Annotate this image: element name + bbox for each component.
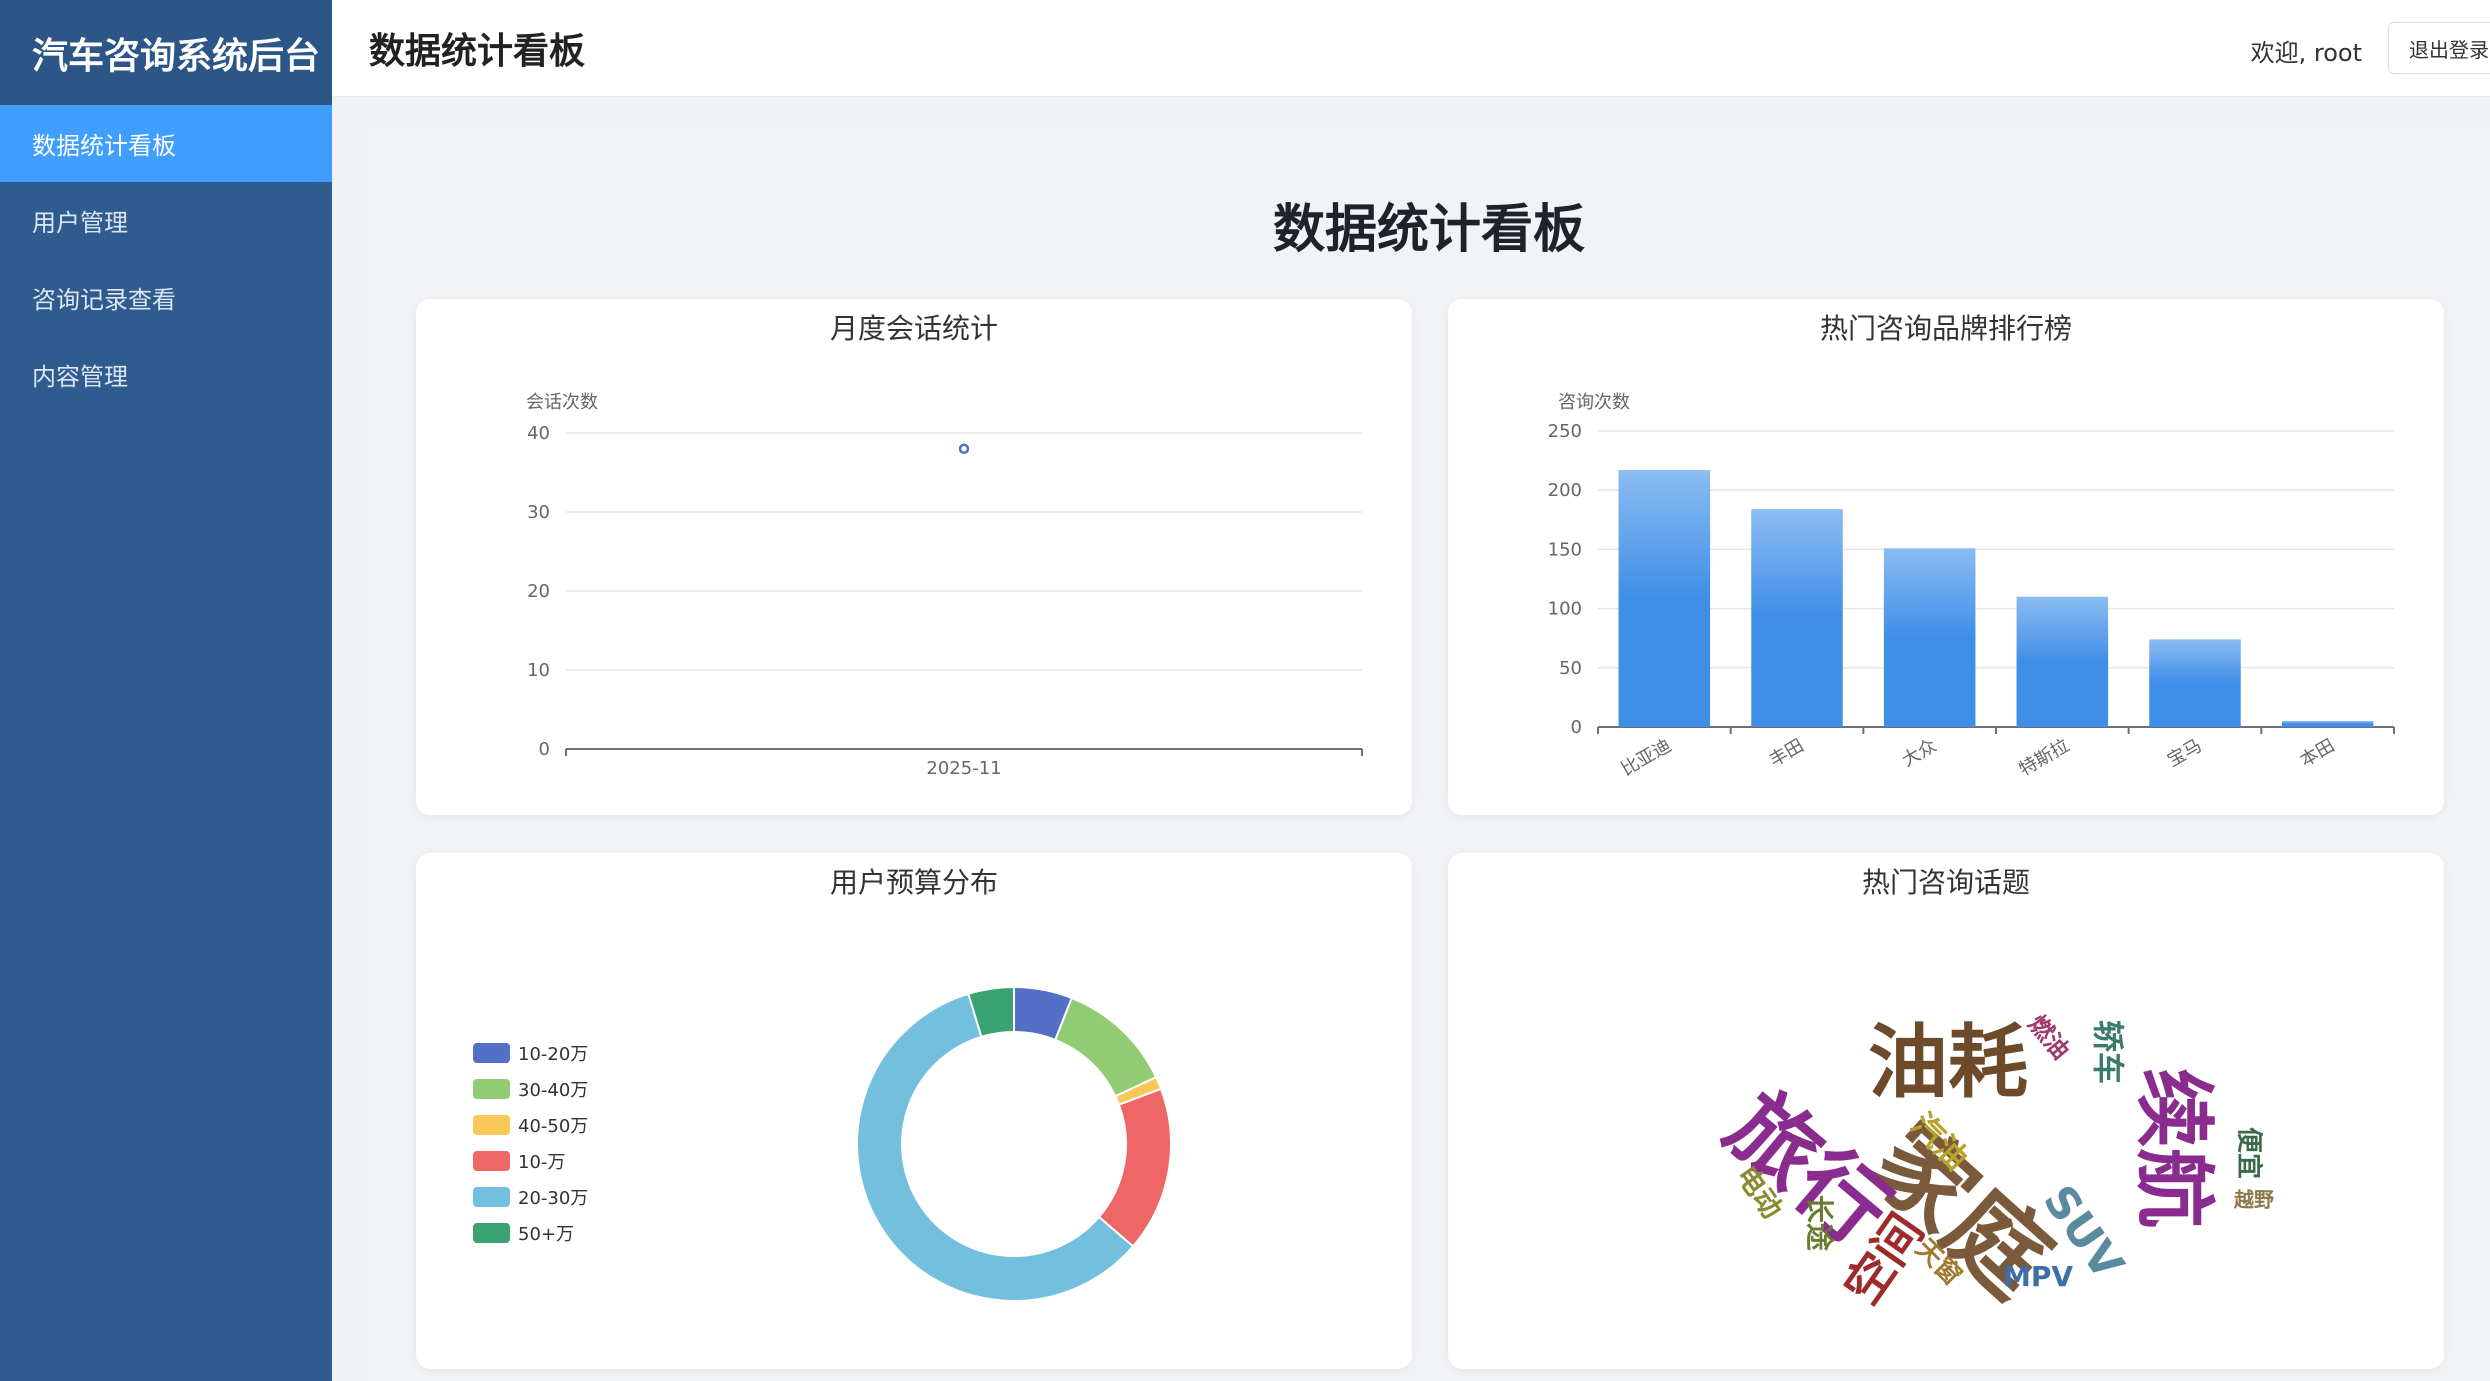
monthly-session-card: 会话次数 0 10 20 30 40 2025-11 月度会话统计 bbox=[416, 299, 1412, 815]
chart-title: 热门咨询话题 bbox=[1861, 866, 2030, 899]
y-tick-label: 10 bbox=[527, 660, 550, 681]
chart-title: 月度会话统计 bbox=[829, 312, 998, 345]
x-tick-label: 特斯拉 bbox=[2016, 735, 2073, 780]
monthly-session-chart: 会话次数 0 10 20 30 40 2025-11 bbox=[526, 392, 1363, 779]
word-cloud-term: 越野 bbox=[2233, 1188, 2274, 1212]
hot-topics-wordcloud: 家庭旅行油耗续航空间 SUVMPV汽油轿车燃油电动 长途天窗便宜越野 bbox=[1708, 1010, 2274, 1319]
top-header: 数据统计看板 欢迎, root 退出登录 bbox=[332, 0, 2490, 97]
sidebar-item-dashboard[interactable]: 数据统计看板 bbox=[0, 105, 332, 182]
welcome-text: 欢迎, root bbox=[2250, 39, 2362, 67]
app-brand: 汽车咨询系统后台 bbox=[0, 0, 332, 105]
sidebar-item-users[interactable]: 用户管理 bbox=[0, 182, 332, 259]
x-tick-label: 2025-11 bbox=[926, 758, 1001, 779]
bar bbox=[1618, 470, 1711, 727]
budget-distribution-card: 10-20万 30-40万 40-50万 10-万 20-30万 50+万 用户预算分布 bbox=[416, 853, 1412, 1369]
data-point bbox=[958, 443, 970, 455]
legend-label: 20-30万 bbox=[518, 1188, 588, 1209]
bar bbox=[2281, 721, 2374, 727]
word-cloud-term: 轿车 bbox=[2089, 1020, 2127, 1084]
sidebar-item-consult-records[interactable]: 咨询记录查看 bbox=[0, 259, 332, 336]
chart-title: 用户预算分布 bbox=[829, 866, 998, 899]
word-cloud-term: 燃油 bbox=[2023, 1010, 2075, 1065]
legend-label: 10-20万 bbox=[518, 1044, 588, 1065]
y-axis-label: 咨询次数 bbox=[1558, 392, 1630, 413]
logout-button[interactable]: 退出登录 bbox=[2388, 22, 2490, 74]
word-cloud-term: 油耗 bbox=[1868, 1016, 2028, 1109]
word-cloud-term: 便宜 bbox=[2234, 1127, 2265, 1179]
y-tick-label: 200 bbox=[1548, 480, 1582, 501]
legend-label: 30-40万 bbox=[518, 1080, 588, 1101]
x-tick-label: 丰田 bbox=[1766, 735, 1808, 771]
legend-swatch bbox=[473, 1079, 510, 1099]
brand-ranking-chart: 咨询次数 0 50 100 150 200 250 比亚迪 丰田 大众 特斯拉 宝马 本田 bbox=[1548, 392, 2395, 780]
dashboard-title: 数据统计看板 bbox=[1272, 200, 1585, 260]
budget-distribution-chart: 10-20万 30-40万 40-50万 10-万 20-30万 50+万 bbox=[473, 985, 1172, 1303]
legend-swatch bbox=[473, 1187, 510, 1207]
sidebar-item-content[interactable]: 内容管理 bbox=[0, 336, 332, 413]
pie-slice bbox=[1097, 1087, 1172, 1248]
y-axis-label: 会话次数 bbox=[526, 392, 598, 413]
y-tick-label: 0 bbox=[539, 739, 550, 760]
bar bbox=[2149, 639, 2241, 727]
sidebar: 汽车咨询系统后台 数据统计看板 用户管理 咨询记录查看 内容管理 bbox=[0, 0, 332, 1381]
legend-label: 50+万 bbox=[518, 1224, 574, 1245]
legend-swatch bbox=[473, 1151, 510, 1171]
legend-swatch bbox=[473, 1223, 510, 1243]
hot-topics-card: 家庭 旅行 油耗 续航 空间 SUV MPV 汽油 轿车 燃油 电动 长途 天窗 便宜 越野 热门咨询话题 bbox=[1448, 853, 2444, 1369]
y-tick-label: 250 bbox=[1548, 421, 1582, 442]
bar bbox=[1751, 509, 1843, 727]
y-tick-label: 50 bbox=[1559, 658, 1582, 679]
bar bbox=[1883, 548, 1976, 727]
x-tick-label: 本田 bbox=[2296, 735, 2338, 771]
legend-label: 10-万 bbox=[518, 1152, 565, 1173]
brand-ranking-card: 咨询次数 0 50 100 150 200 250 比亚迪 丰田 大众 特斯拉 宝马 本田 热门咨询品牌… bbox=[1448, 299, 2444, 815]
page-title: 数据统计看板 bbox=[369, 31, 586, 72]
y-tick-label: 20 bbox=[527, 581, 550, 602]
y-tick-label: 30 bbox=[527, 502, 550, 523]
word-cloud-term: 长途 bbox=[1803, 1195, 1836, 1252]
legend-label: 40-50万 bbox=[518, 1116, 588, 1137]
y-tick-label: 0 bbox=[1571, 717, 1582, 738]
x-tick-label: 比亚迪 bbox=[1618, 735, 1675, 780]
word-cloud-term: MPV bbox=[2003, 1260, 2073, 1293]
legend-swatch bbox=[473, 1043, 510, 1063]
x-tick-label: 大众 bbox=[1898, 735, 1940, 771]
legend-swatch bbox=[473, 1115, 510, 1135]
x-tick-label: 宝马 bbox=[2164, 735, 2206, 771]
y-tick-label: 150 bbox=[1548, 539, 1582, 560]
y-tick-label: 100 bbox=[1548, 599, 1582, 620]
word-cloud-term: 续航 bbox=[2127, 1068, 2220, 1228]
chart-title: 热门咨询品牌排行榜 bbox=[1819, 312, 2072, 345]
y-tick-label: 40 bbox=[527, 423, 550, 444]
bar bbox=[2016, 596, 2109, 727]
pie-slice bbox=[1053, 996, 1158, 1098]
